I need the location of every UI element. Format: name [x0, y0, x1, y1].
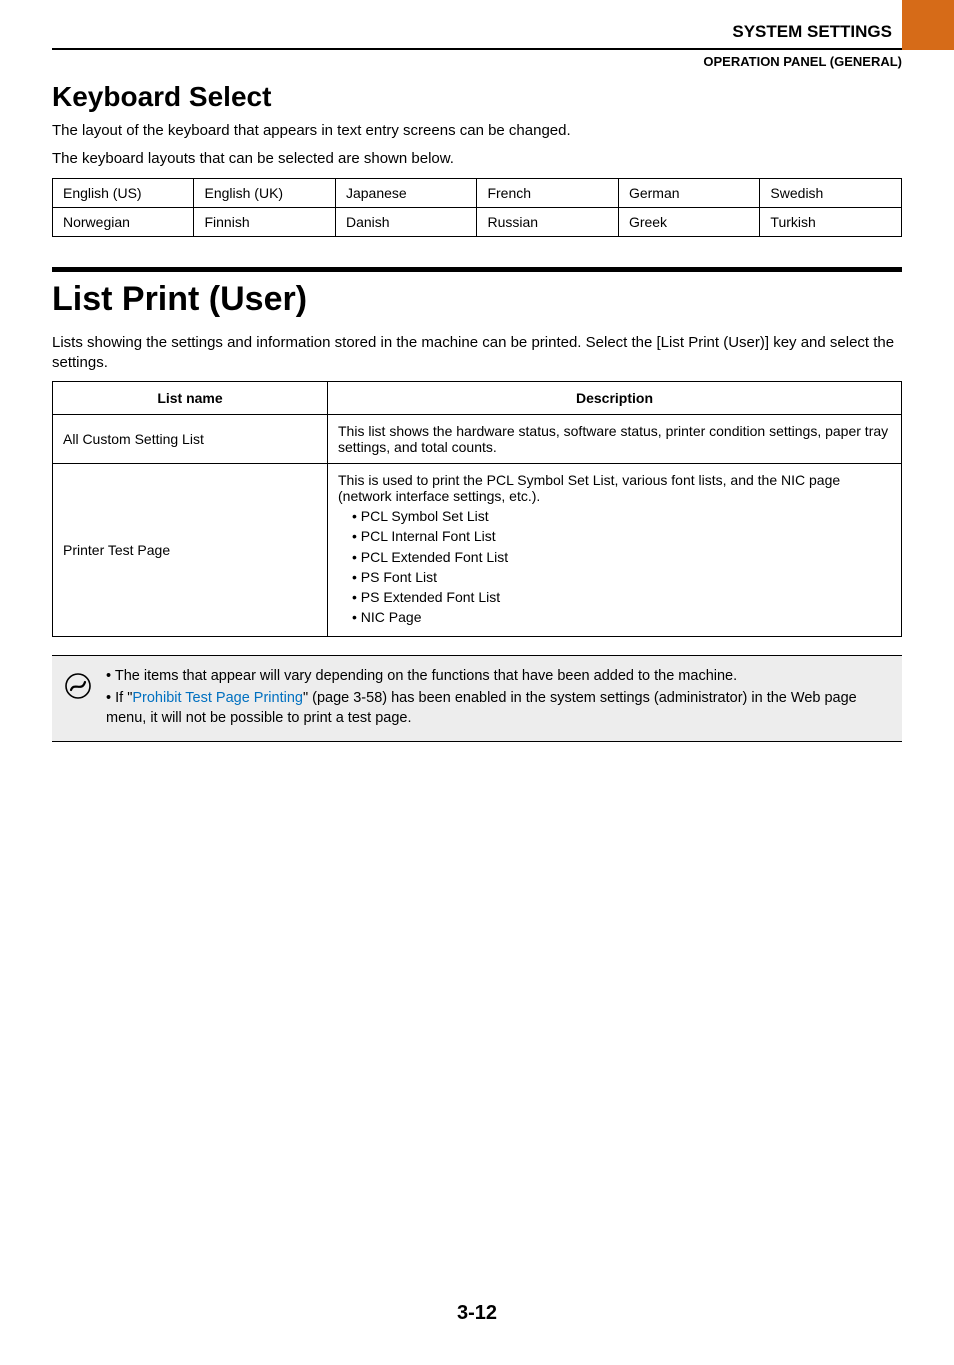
kb-cell: Japanese [335, 178, 476, 207]
table-row: All Custom Setting List This list shows … [53, 415, 902, 464]
kb-cell: Turkish [760, 207, 902, 236]
bullet-item: PS Extended Font List [352, 587, 891, 607]
bullet-item: PS Font List [352, 567, 891, 587]
col-header-name: List name [53, 382, 328, 415]
note-text-pre: If " [115, 690, 132, 706]
keyboard-select-heading: Keyboard Select [52, 81, 902, 113]
list-print-table: List name Description All Custom Setting… [52, 381, 902, 637]
kb-cell: Swedish [760, 178, 902, 207]
desc-bullets: PCL Symbol Set List PCL Internal Font Li… [338, 506, 891, 628]
section-title: SYSTEM SETTINGS [52, 22, 902, 42]
bullet-item: PCL Symbol Set List [352, 506, 891, 526]
list-name-cell: All Custom Setting List [53, 415, 328, 464]
list-print-intro: Lists showing the settings and informati… [52, 333, 902, 374]
table-row: English (US) English (UK) Japanese Frenc… [53, 178, 902, 207]
keyboard-layout-table: English (US) English (UK) Japanese Frenc… [52, 178, 902, 237]
kb-cell: Greek [618, 207, 759, 236]
bullet-item: PCL Internal Font List [352, 526, 891, 546]
desc-intro: This is used to print the PCL Symbol Set… [338, 472, 840, 504]
header-accent-block [902, 0, 954, 50]
kb-cell: Russian [477, 207, 618, 236]
page-header: SYSTEM SETTINGS [52, 22, 902, 50]
kb-cell: French [477, 178, 618, 207]
kb-cell: Finnish [194, 207, 335, 236]
keyboard-para-2: The keyboard layouts that can be selecte… [52, 149, 902, 169]
table-row: Norwegian Finnish Danish Russian Greek T… [53, 207, 902, 236]
kb-cell: Norwegian [53, 207, 194, 236]
note-item: The items that appear will vary dependin… [106, 666, 890, 686]
list-desc-cell: This list shows the hardware status, sof… [328, 415, 902, 464]
kb-cell: English (UK) [194, 178, 335, 207]
prohibit-test-page-link[interactable]: Prohibit Test Page Printing [132, 690, 303, 706]
note-icon [64, 672, 92, 700]
section-divider [52, 267, 902, 272]
note-list: The items that appear will vary dependin… [106, 666, 890, 731]
subsection-title: OPERATION PANEL (GENERAL) [52, 54, 902, 69]
kb-cell: English (US) [53, 178, 194, 207]
list-name-cell: Printer Test Page [53, 464, 328, 637]
bullet-item: NIC Page [352, 607, 891, 627]
page-number: 3-12 [52, 1302, 902, 1325]
table-header-row: List name Description [53, 382, 902, 415]
col-header-desc: Description [328, 382, 902, 415]
keyboard-para-1: The layout of the keyboard that appears … [52, 121, 902, 141]
table-row: Printer Test Page This is used to print … [53, 464, 902, 637]
bullet-item: PCL Extended Font List [352, 547, 891, 567]
list-desc-cell: This is used to print the PCL Symbol Set… [328, 464, 902, 637]
note-box: The items that appear will vary dependin… [52, 655, 902, 742]
kb-cell: German [618, 178, 759, 207]
list-print-heading: List Print (User) [52, 280, 902, 319]
note-item: If "Prohibit Test Page Printing" (page 3… [106, 688, 890, 729]
kb-cell: Danish [335, 207, 476, 236]
